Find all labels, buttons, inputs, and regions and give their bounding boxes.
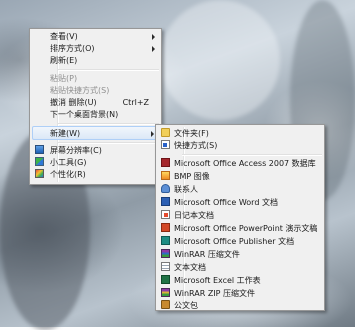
bmp-icon bbox=[161, 171, 170, 180]
new-item-bmp-image[interactable]: BMP 图像 bbox=[158, 170, 322, 183]
menu-item-label: Microsoft Office Access 2007 数据库 bbox=[174, 159, 316, 168]
menu-item-personalize[interactable]: 个性化(R) bbox=[32, 168, 159, 181]
menu-item-label: Microsoft Office Word 文档 bbox=[174, 198, 278, 207]
contact-icon bbox=[161, 184, 170, 193]
new-item-journal-document[interactable]: 日记本文档 bbox=[158, 209, 322, 222]
publisher-icon bbox=[161, 236, 170, 245]
menu-item-new[interactable]: 新建(W) bbox=[32, 126, 159, 140]
menu-separator bbox=[182, 154, 322, 156]
folder-icon bbox=[161, 128, 170, 137]
menu-item-label: Microsoft Office Publisher 文档 bbox=[174, 237, 295, 246]
menu-item-label: 屏幕分辨率(C) bbox=[50, 146, 102, 155]
gadgets-icon bbox=[35, 157, 44, 166]
menu-item-label: WinRAR ZIP 压缩文件 bbox=[174, 289, 256, 298]
menu-separator bbox=[58, 69, 159, 71]
menu-item-label: 文件夹(F) bbox=[174, 129, 209, 138]
menu-item-label: BMP 图像 bbox=[174, 172, 210, 181]
submenu-arrow-icon bbox=[152, 46, 155, 52]
new-item-shortcut[interactable]: 快捷方式(S) bbox=[158, 139, 322, 152]
menu-item-label: 刷新(E) bbox=[50, 56, 78, 65]
new-item-briefcase[interactable]: 公文包 bbox=[158, 299, 322, 312]
mist-cloud bbox=[160, 0, 280, 120]
menu-item-label: 撤消 删除(U) bbox=[50, 98, 97, 107]
menu-item-label: Microsoft Excel 工作表 bbox=[174, 276, 261, 285]
display-icon bbox=[35, 145, 44, 154]
powerpoint-icon bbox=[161, 223, 170, 232]
briefcase-icon bbox=[161, 300, 170, 309]
menu-item-label: 新建(W) bbox=[50, 129, 81, 138]
new-item-word-document[interactable]: Microsoft Office Word 文档 bbox=[158, 196, 322, 209]
menu-item-label: 文本文档 bbox=[174, 263, 206, 272]
new-item-powerpoint[interactable]: Microsoft Office PowerPoint 演示文稿 bbox=[158, 222, 322, 235]
menu-item-label: 日记本文档 bbox=[174, 211, 214, 220]
menu-item-label: WinRAR 压缩文件 bbox=[174, 250, 240, 259]
menu-item-label: 小工具(G) bbox=[50, 158, 87, 167]
menu-item-label: 公文包 bbox=[174, 301, 198, 310]
winrar-zip-icon bbox=[161, 288, 170, 297]
word-icon bbox=[161, 197, 170, 206]
menu-item-label: 粘贴(P) bbox=[50, 74, 78, 83]
text-doc-icon bbox=[161, 262, 170, 271]
excel-icon bbox=[161, 275, 170, 284]
menu-separator bbox=[58, 123, 159, 125]
menu-item-label: 粘贴快捷方式(S) bbox=[50, 86, 110, 95]
menu-item-label: 排序方式(O) bbox=[50, 44, 95, 53]
menu-item-label: 快捷方式(S) bbox=[174, 141, 218, 150]
winrar-icon bbox=[161, 249, 170, 258]
menu-item-label: 下一个桌面背景(N) bbox=[50, 110, 119, 119]
menu-item-label: 查看(V) bbox=[50, 32, 78, 41]
journal-icon bbox=[161, 210, 170, 219]
shortcut-icon bbox=[161, 140, 170, 149]
new-item-access-database[interactable]: Microsoft Office Access 2007 数据库 bbox=[158, 157, 322, 170]
access-icon bbox=[161, 158, 170, 167]
menu-item-next-background[interactable]: 下一个桌面背景(N) bbox=[32, 108, 159, 121]
new-item-winrar-archive[interactable]: WinRAR 压缩文件 bbox=[158, 248, 322, 261]
new-submenu: 文件夹(F) 快捷方式(S) Microsoft Office Access 2… bbox=[155, 124, 325, 311]
new-item-contact[interactable]: 联系人 bbox=[158, 183, 322, 196]
submenu-arrow-icon bbox=[152, 34, 155, 40]
new-item-text-document[interactable]: 文本文档 bbox=[158, 261, 322, 274]
new-item-excel-worksheet[interactable]: Microsoft Excel 工作表 bbox=[158, 274, 322, 287]
menu-item-label: 联系人 bbox=[174, 185, 198, 194]
menu-item-label: Microsoft Office PowerPoint 演示文稿 bbox=[174, 224, 318, 233]
new-item-publisher[interactable]: Microsoft Office Publisher 文档 bbox=[158, 235, 322, 248]
menu-item-label: 个性化(R) bbox=[50, 170, 86, 179]
personalize-icon bbox=[35, 169, 44, 178]
menu-item-refresh[interactable]: 刷新(E) bbox=[32, 54, 159, 67]
desktop-context-menu: 查看(V) 排序方式(O) 刷新(E) 粘贴(P) 粘贴快捷方式(S) 撤消 删… bbox=[29, 28, 162, 185]
submenu-arrow-icon bbox=[151, 131, 154, 137]
menu-item-shortcut: Ctrl+Z bbox=[122, 98, 149, 107]
